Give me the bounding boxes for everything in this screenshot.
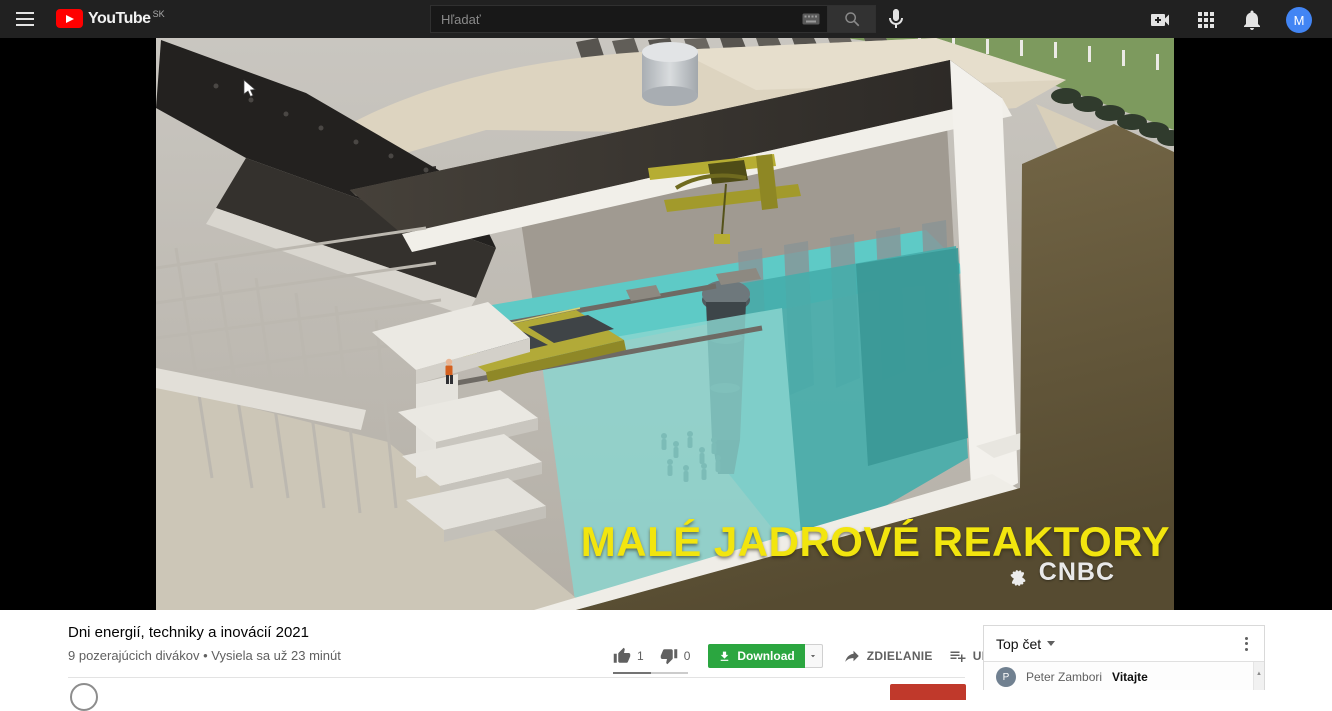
video-player[interactable]: MALÉ JADROVÉ REAKTORY CNBC (156, 38, 1174, 610)
download-button[interactable]: Download (708, 644, 804, 668)
thumb-down-icon (660, 647, 678, 665)
menu-icon[interactable] (16, 12, 34, 26)
download-icon (718, 650, 731, 663)
chat-author-avatar[interactable]: P (996, 667, 1016, 687)
playlist-add-icon (949, 647, 967, 665)
chat-mode-selector[interactable]: Top čet (996, 636, 1055, 652)
download-button-group: Download (708, 644, 822, 668)
download-options-button[interactable] (805, 644, 823, 668)
share-arrow-icon (843, 647, 861, 665)
channel-avatar[interactable] (70, 683, 98, 711)
chat-menu-icon[interactable] (1241, 633, 1252, 655)
subscribe-button[interactable] (890, 684, 966, 700)
video-meta: 9 pozerajúcich divákov • Vysiela sa už 2… (68, 648, 341, 663)
chat-caret-down-icon (1047, 641, 1055, 646)
video-stage: MALÉ JADROVÉ REAKTORY CNBC (0, 38, 1332, 610)
create-video-icon[interactable] (1148, 8, 1172, 32)
live-chat-panel: Top čet P Peter Zambori Vitajte ▲ (983, 625, 1265, 690)
video-title: Dni energií, techniky a inovácií 2021 (68, 624, 309, 641)
masthead: YouTube SK M (0, 0, 1332, 38)
section-divider (68, 677, 965, 678)
notifications-bell-icon[interactable] (1240, 8, 1264, 32)
share-button[interactable]: ZDIEĽANIE (843, 647, 933, 665)
search-bar (430, 5, 876, 33)
search-button[interactable] (828, 5, 876, 33)
cnbc-peacock-icon (1003, 560, 1033, 586)
like-ratio-bar (613, 672, 688, 674)
account-avatar[interactable]: M (1286, 7, 1312, 33)
chat-message: P Peter Zambori Vitajte (996, 667, 1148, 687)
share-label: ZDIEĽANIE (867, 649, 933, 663)
cnbc-logo: CNBC (1003, 558, 1115, 587)
apps-grid-icon[interactable] (1194, 8, 1218, 32)
youtube-logo-text: YouTube (88, 10, 151, 28)
dislike-button[interactable]: 0 (660, 647, 691, 665)
chat-scrollbar[interactable]: ▲ (1253, 662, 1264, 690)
like-button[interactable]: 1 (613, 647, 644, 665)
chat-author-name[interactable]: Peter Zambori (1026, 670, 1102, 684)
download-label: Download (737, 649, 794, 663)
youtube-play-icon (56, 9, 83, 28)
chevron-down-icon (808, 651, 818, 661)
chat-message-text: Vitajte (1112, 670, 1148, 684)
keyboard-icon[interactable] (802, 12, 820, 30)
dislike-count: 0 (684, 649, 691, 663)
chat-mode-label: Top čet (996, 636, 1041, 652)
scroll-up-icon: ▲ (1256, 671, 1262, 677)
youtube-logo[interactable]: YouTube SK (56, 9, 165, 28)
thumb-up-icon (613, 647, 631, 665)
microphone-icon[interactable] (884, 7, 908, 31)
search-input[interactable] (430, 5, 828, 33)
chat-header: Top čet (984, 626, 1264, 662)
like-count: 1 (637, 649, 644, 663)
chat-messages: P Peter Zambori Vitajte ▲ (984, 662, 1264, 690)
cnbc-logo-text: CNBC (1039, 558, 1115, 587)
logo-country-code: SK (153, 9, 165, 19)
